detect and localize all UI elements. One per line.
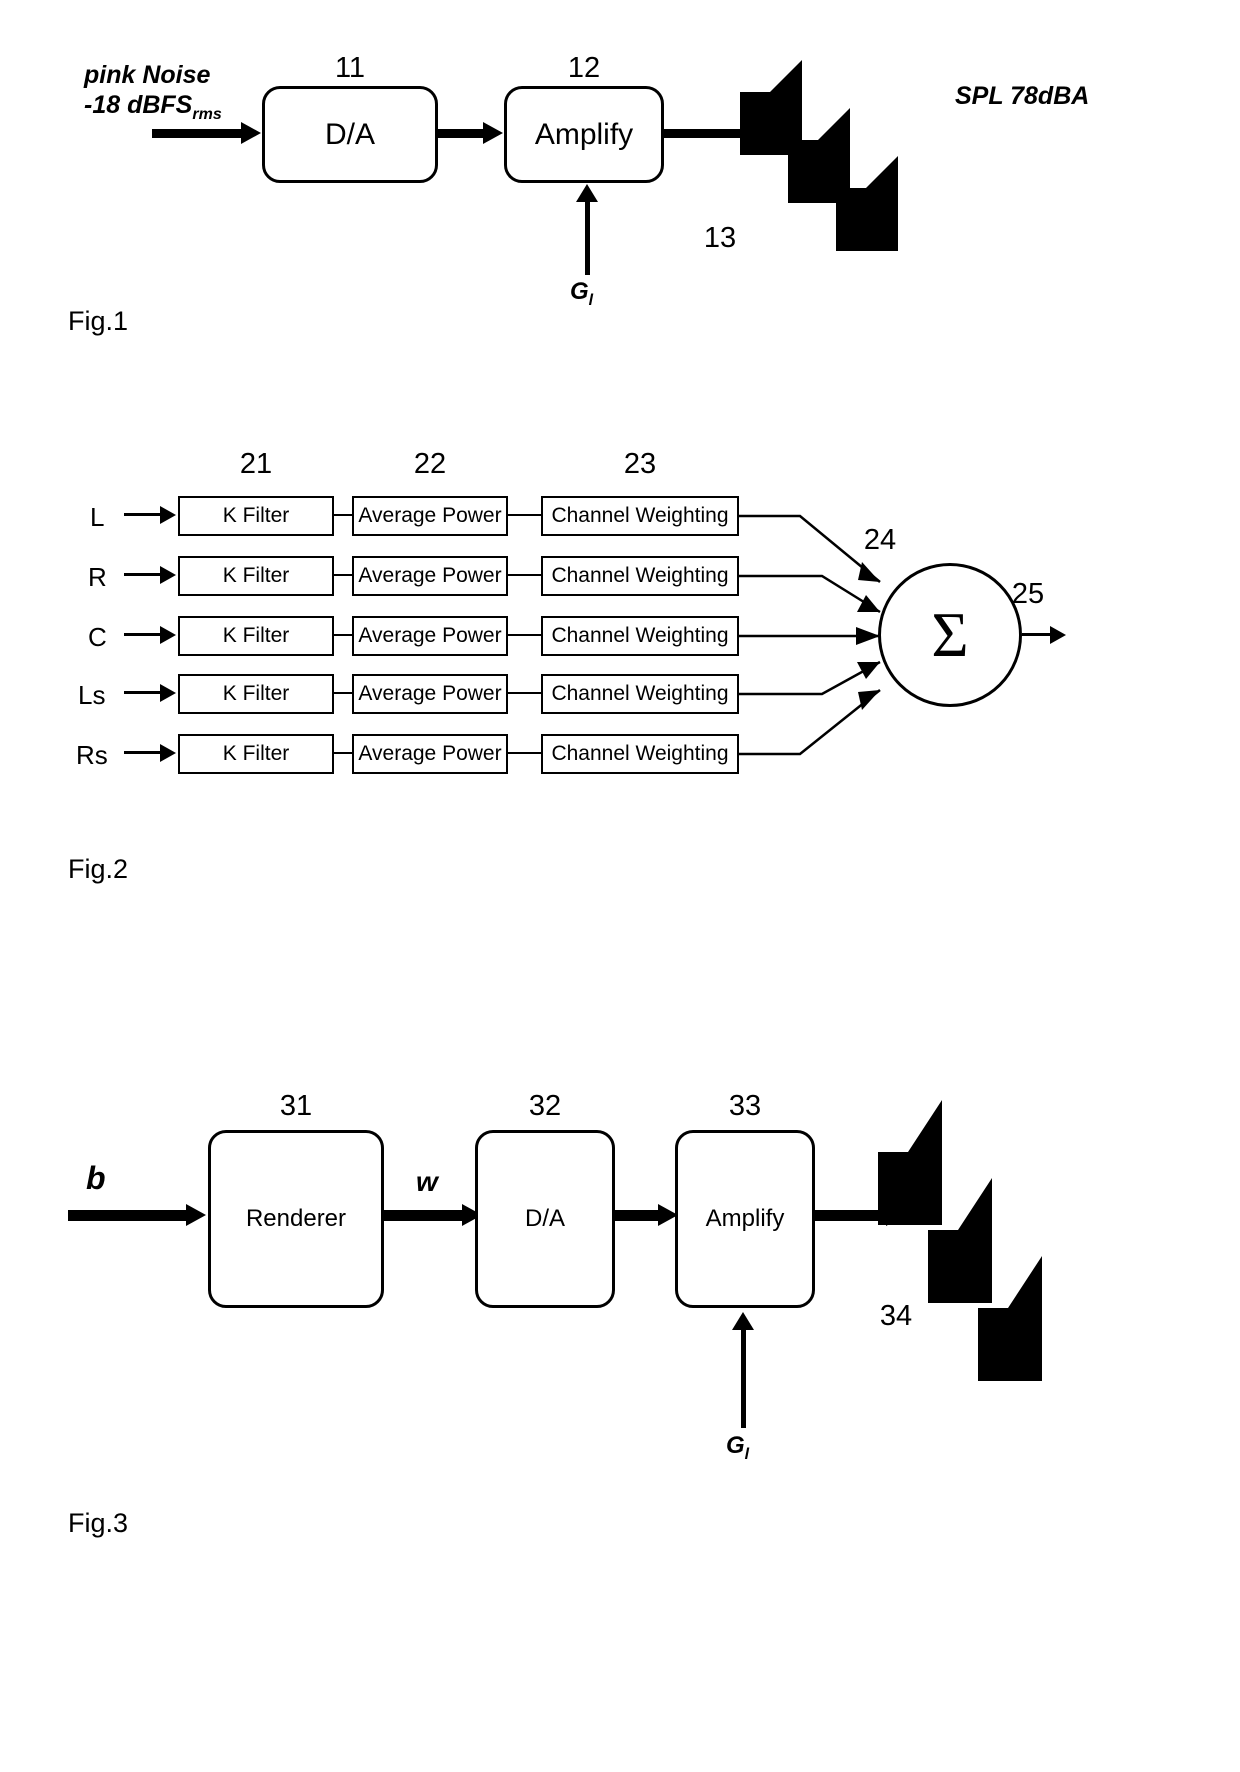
fig1-connector-1-arrowhead bbox=[483, 122, 503, 144]
figure-2: 21 22 23 L K Filter Average Power Channe… bbox=[0, 430, 1240, 900]
fig3-block-renderer-label: Renderer bbox=[245, 1205, 347, 1232]
fig2-ref-24: 24 bbox=[863, 524, 897, 556]
fig1-input-label-line2: -18 dBFSrms bbox=[84, 91, 222, 123]
fig1-ref-11: 11 bbox=[334, 52, 366, 84]
fig1-input-label: pink Noise -18 dBFSrms bbox=[84, 60, 222, 130]
fig3-gain-line bbox=[741, 1328, 746, 1428]
fig1-caption: Fig.1 bbox=[68, 306, 129, 336]
fig1-spl-label: SPL 78dBA bbox=[955, 82, 1090, 110]
figure-3: b 31 Renderer w 32 D/A 33 Amplify Gl 34 … bbox=[0, 1070, 1240, 1630]
fig3-block-da-label: D/A bbox=[524, 1205, 565, 1232]
fig3-speaker-icon bbox=[878, 1100, 1042, 1381]
fig1-gain-line bbox=[585, 200, 590, 275]
fig3-connector-1 bbox=[384, 1210, 469, 1221]
fig1-gain-label: Gl bbox=[570, 278, 594, 309]
fig3-block-renderer: Renderer bbox=[208, 1130, 384, 1308]
fig3-input-arrowhead bbox=[186, 1204, 206, 1226]
fig1-ref-12: 12 bbox=[567, 52, 601, 84]
fig1-gain-label-sub: l bbox=[588, 291, 594, 309]
fig1-input-arrowhead bbox=[241, 122, 261, 144]
fig1-speaker-icon bbox=[740, 60, 898, 251]
fig3-speakers bbox=[860, 1090, 1080, 1450]
fig3-ref-34: 34 bbox=[879, 1300, 913, 1332]
figure-1: pink Noise -18 dBFSrms 11 D/A 12 Amplify… bbox=[0, 0, 1240, 360]
fig3-ref-33: 33 bbox=[728, 1090, 762, 1122]
fig3-block-da: D/A bbox=[475, 1130, 615, 1308]
fig1-block-da-label: D/A bbox=[324, 117, 375, 151]
fig1-speakers bbox=[730, 50, 940, 270]
fig1-gain-arrowhead bbox=[576, 184, 598, 202]
fig1-block-da: D/A bbox=[262, 86, 438, 183]
fig2-summing-connectors bbox=[739, 514, 881, 756]
fig2-output-arrowhead bbox=[1050, 626, 1066, 644]
fig1-ref-13: 13 bbox=[703, 222, 737, 254]
fig3-gain-label-sub: l bbox=[744, 1445, 750, 1463]
fig3-gain-arrowhead bbox=[732, 1312, 754, 1330]
fig2-summer-symbol: Σ bbox=[931, 599, 969, 670]
fig3-input-label: b bbox=[86, 1160, 106, 1196]
fig3-caption: Fig.3 bbox=[68, 1508, 129, 1538]
fig3-mid-label: w bbox=[416, 1166, 438, 1197]
fig2-ref-25: 25 bbox=[1011, 578, 1045, 610]
fig1-input-line bbox=[152, 129, 248, 138]
fig1-block-amplify: Amplify bbox=[504, 86, 664, 183]
fig1-input-label-line1: pink Noise bbox=[84, 61, 211, 89]
fig2-caption: Fig.2 bbox=[68, 854, 129, 884]
fig3-ref-31: 31 bbox=[279, 1090, 313, 1122]
fig1-input-label-sub: rms bbox=[192, 106, 222, 123]
fig1-block-amplify-label: Amplify bbox=[534, 117, 634, 151]
fig3-gain-label: Gl bbox=[726, 1432, 750, 1463]
fig3-block-amplify: Amplify bbox=[675, 1130, 815, 1308]
fig3-input-line bbox=[68, 1210, 193, 1221]
patent-drawing-sheet: pink Noise -18 dBFSrms 11 D/A 12 Amplify… bbox=[0, 0, 1240, 1772]
fig3-block-amplify-label: Amplify bbox=[705, 1205, 785, 1232]
fig3-ref-32: 32 bbox=[528, 1090, 562, 1122]
